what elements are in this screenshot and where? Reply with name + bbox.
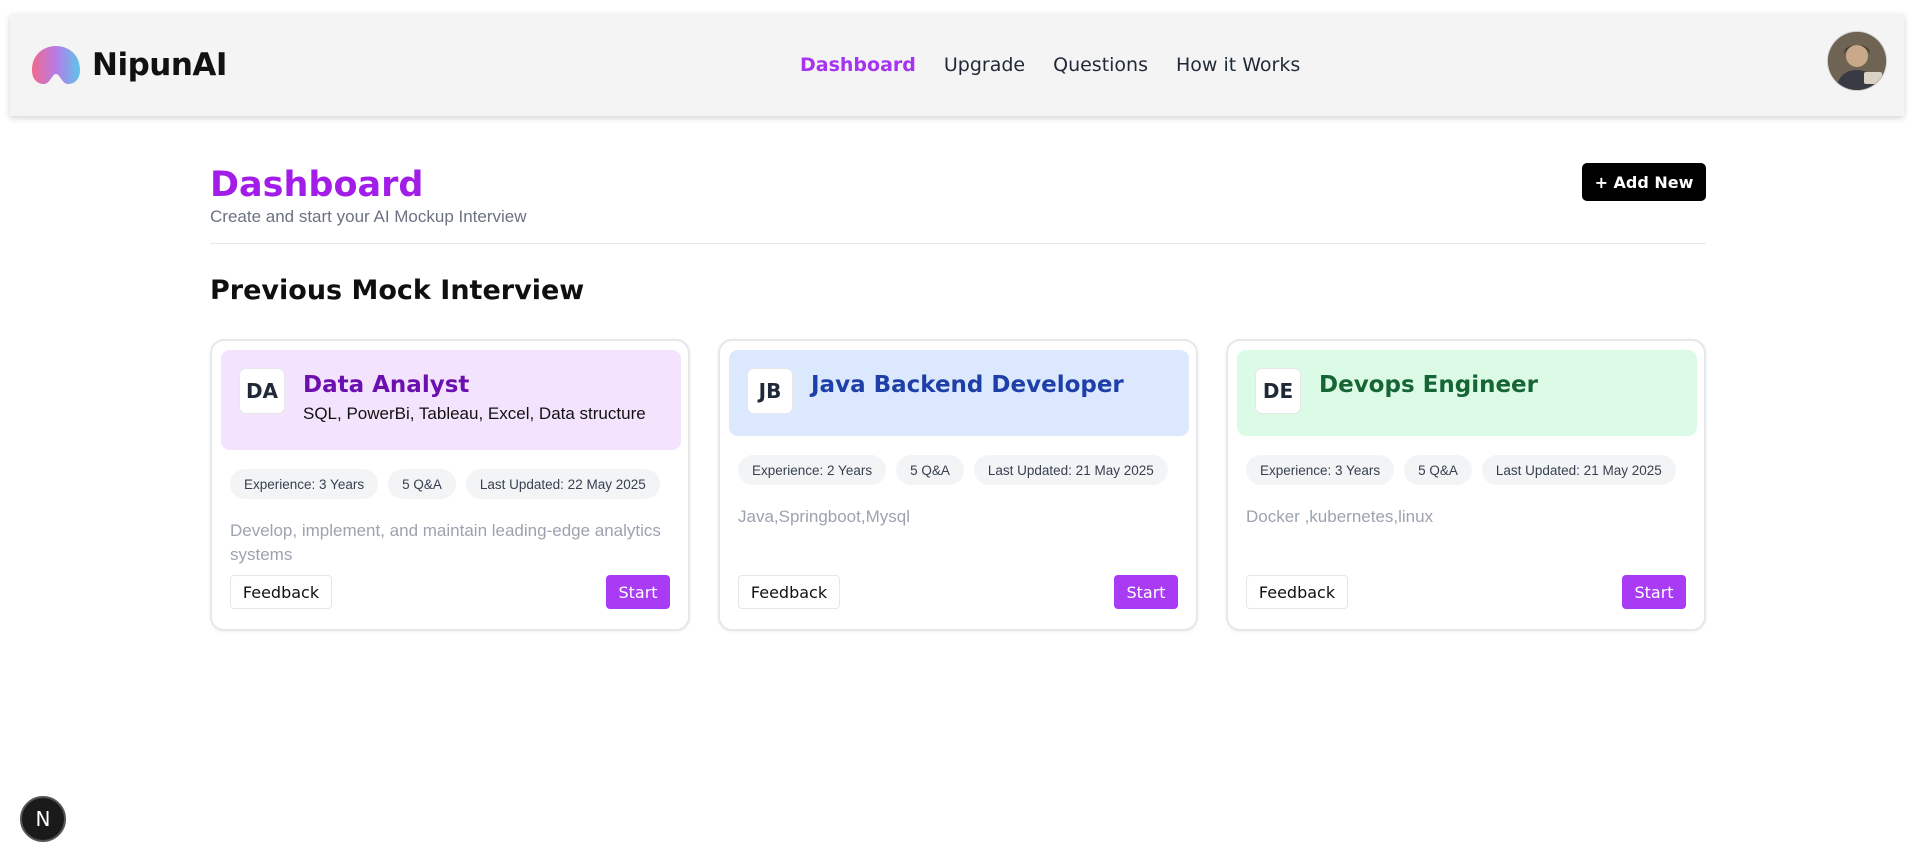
experience-tag: Experience: 3 Years	[1246, 455, 1395, 485]
role-title: Devops Engineer	[1319, 372, 1538, 398]
role-description: Java,Springboot,Mysql	[738, 507, 910, 526]
qa-count-tag: 5 Q&A	[388, 469, 456, 499]
role-description: Develop, implement, and maintain leading…	[230, 521, 661, 564]
role-title: Data Analyst	[303, 372, 470, 398]
role-skills: SQL, PowerBi, Tableau, Excel, Data struc…	[303, 404, 646, 423]
nextjs-dev-indicator[interactable]: N	[20, 796, 66, 842]
card-header-text: Java Backend Developer	[811, 368, 1124, 400]
logo-icon	[32, 46, 80, 84]
user-avatar-icon	[1828, 32, 1886, 90]
feedback-button[interactable]: Feedback	[1246, 575, 1348, 609]
section-title: Previous Mock Interview	[210, 275, 585, 306]
interview-card: DA Data Analyst SQL, PowerBi, Tableau, E…	[210, 339, 690, 631]
interview-card-list: DA Data Analyst SQL, PowerBi, Tableau, E…	[210, 339, 1706, 631]
card-header: DA Data Analyst SQL, PowerBi, Tableau, E…	[221, 350, 681, 450]
nav-dashboard[interactable]: Dashboard	[800, 54, 916, 76]
card-header: DE Devops Engineer	[1237, 350, 1697, 436]
page-title: Dashboard	[210, 165, 424, 205]
role-title: Java Backend Developer	[811, 372, 1124, 398]
role-description: Docker ,kubernetes,linux	[1246, 507, 1434, 526]
nav-questions[interactable]: Questions	[1053, 54, 1148, 76]
card-header-text: Devops Engineer	[1319, 368, 1538, 400]
last-updated-tag: Last Updated: 22 May 2025	[465, 469, 660, 499]
start-button[interactable]: Start	[1114, 575, 1178, 609]
last-updated-tag: Last Updated: 21 May 2025	[1481, 455, 1676, 485]
card-tags: Experience: 3 Years 5 Q&A Last Updated: …	[1246, 455, 1676, 485]
qa-count-tag: 5 Q&A	[1404, 455, 1472, 485]
feedback-button[interactable]: Feedback	[230, 575, 332, 609]
card-header: JB Java Backend Developer	[729, 350, 1189, 436]
add-new-button[interactable]: + Add New	[1582, 163, 1706, 201]
start-button[interactable]: Start	[606, 575, 670, 609]
divider	[210, 243, 1706, 244]
start-button[interactable]: Start	[1622, 575, 1686, 609]
card-tags: Experience: 3 Years 5 Q&A Last Updated: …	[230, 469, 660, 499]
card-header-text: Data Analyst SQL, PowerBi, Tableau, Exce…	[303, 368, 646, 424]
user-avatar[interactable]	[1828, 32, 1886, 90]
main-nav: Dashboard Upgrade Questions How it Works	[800, 54, 1300, 76]
experience-tag: Experience: 2 Years	[738, 455, 887, 485]
role-initials: DE	[1255, 368, 1301, 414]
dashboard-main: Dashboard Create and start your AI Mocku…	[210, 163, 1706, 631]
nav-how-it-works[interactable]: How it Works	[1176, 54, 1300, 76]
feedback-button[interactable]: Feedback	[738, 575, 840, 609]
qa-count-tag: 5 Q&A	[896, 455, 964, 485]
brand-logo[interactable]: NipunAI	[30, 44, 227, 86]
top-navbar: NipunAI Dashboard Upgrade Questions How …	[10, 14, 1904, 116]
role-initials: JB	[747, 368, 793, 414]
nav-upgrade[interactable]: Upgrade	[944, 54, 1025, 76]
role-initials: DA	[239, 368, 285, 414]
interview-card: JB Java Backend Developer Experience: 2 …	[718, 339, 1198, 631]
interview-card: DE Devops Engineer Experience: 3 Years 5…	[1226, 339, 1706, 631]
app-name: NipunAI	[92, 47, 227, 83]
last-updated-tag: Last Updated: 21 May 2025	[973, 455, 1168, 485]
page-subtitle: Create and start your AI Mockup Intervie…	[210, 207, 527, 226]
card-tags: Experience: 2 Years 5 Q&A Last Updated: …	[738, 455, 1168, 485]
experience-tag: Experience: 3 Years	[230, 469, 379, 499]
